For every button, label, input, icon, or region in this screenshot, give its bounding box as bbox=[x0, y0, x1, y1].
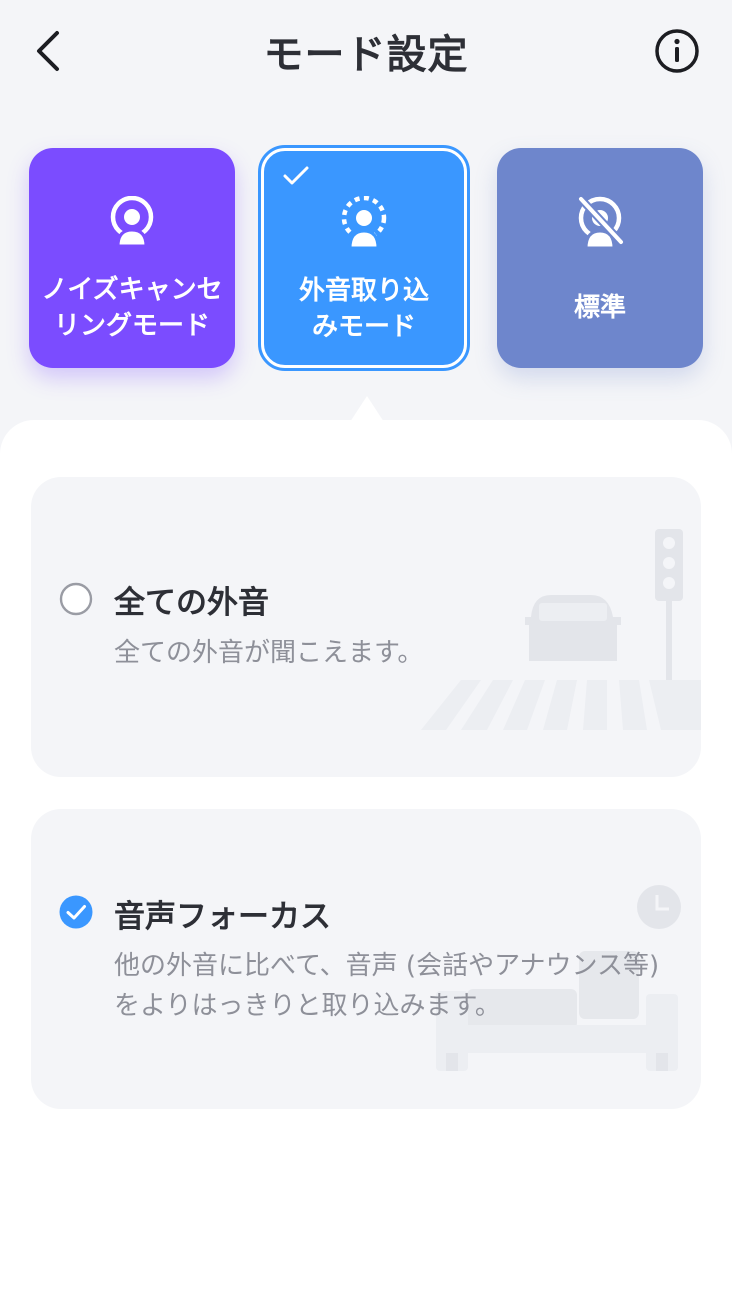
info-icon bbox=[655, 29, 699, 73]
mode-card-ambient[interactable]: 外音取り込 みモード bbox=[258, 145, 470, 371]
option-title: 音声フォーカス bbox=[114, 899, 331, 935]
option-description: 他の外音に比べて、音声 (会話やアナウンス等) をよりはっきりと取り込みます。 bbox=[114, 951, 660, 1021]
option-voice-focus[interactable]: 音声フォーカス 他の外音に比べて、音声 (会話やアナウンス等) をよりはっきりと… bbox=[31, 809, 701, 1109]
radio-checked-icon bbox=[59, 895, 93, 929]
mode-card-standard[interactable]: 標準 bbox=[497, 148, 703, 368]
ambient-icon bbox=[264, 196, 464, 250]
radio-unchecked-icon bbox=[59, 582, 93, 616]
panel-pointer bbox=[350, 396, 384, 422]
noise-cancel-icon bbox=[29, 196, 235, 248]
standard-off-icon bbox=[497, 196, 703, 250]
option-all-ambient[interactable]: 全ての外音 全ての外音が聞こえます。 bbox=[31, 477, 701, 777]
page-title: モード設定 bbox=[263, 32, 469, 78]
header-bar: モード設定 bbox=[0, 0, 732, 100]
info-button[interactable] bbox=[652, 26, 702, 76]
mode-card-noise-cancel[interactable]: ノイズキャンセ リングモード bbox=[29, 148, 235, 368]
option-title: 全ての外音 bbox=[114, 585, 269, 621]
mode-label: 外音取り込 みモード bbox=[298, 276, 429, 342]
mode-label: 標準 bbox=[573, 293, 626, 323]
check-icon bbox=[283, 166, 309, 185]
mode-label: ノイズキャンセ リングモード bbox=[41, 275, 223, 341]
option-description: 全ての外音が聞こえます。 bbox=[114, 638, 424, 668]
